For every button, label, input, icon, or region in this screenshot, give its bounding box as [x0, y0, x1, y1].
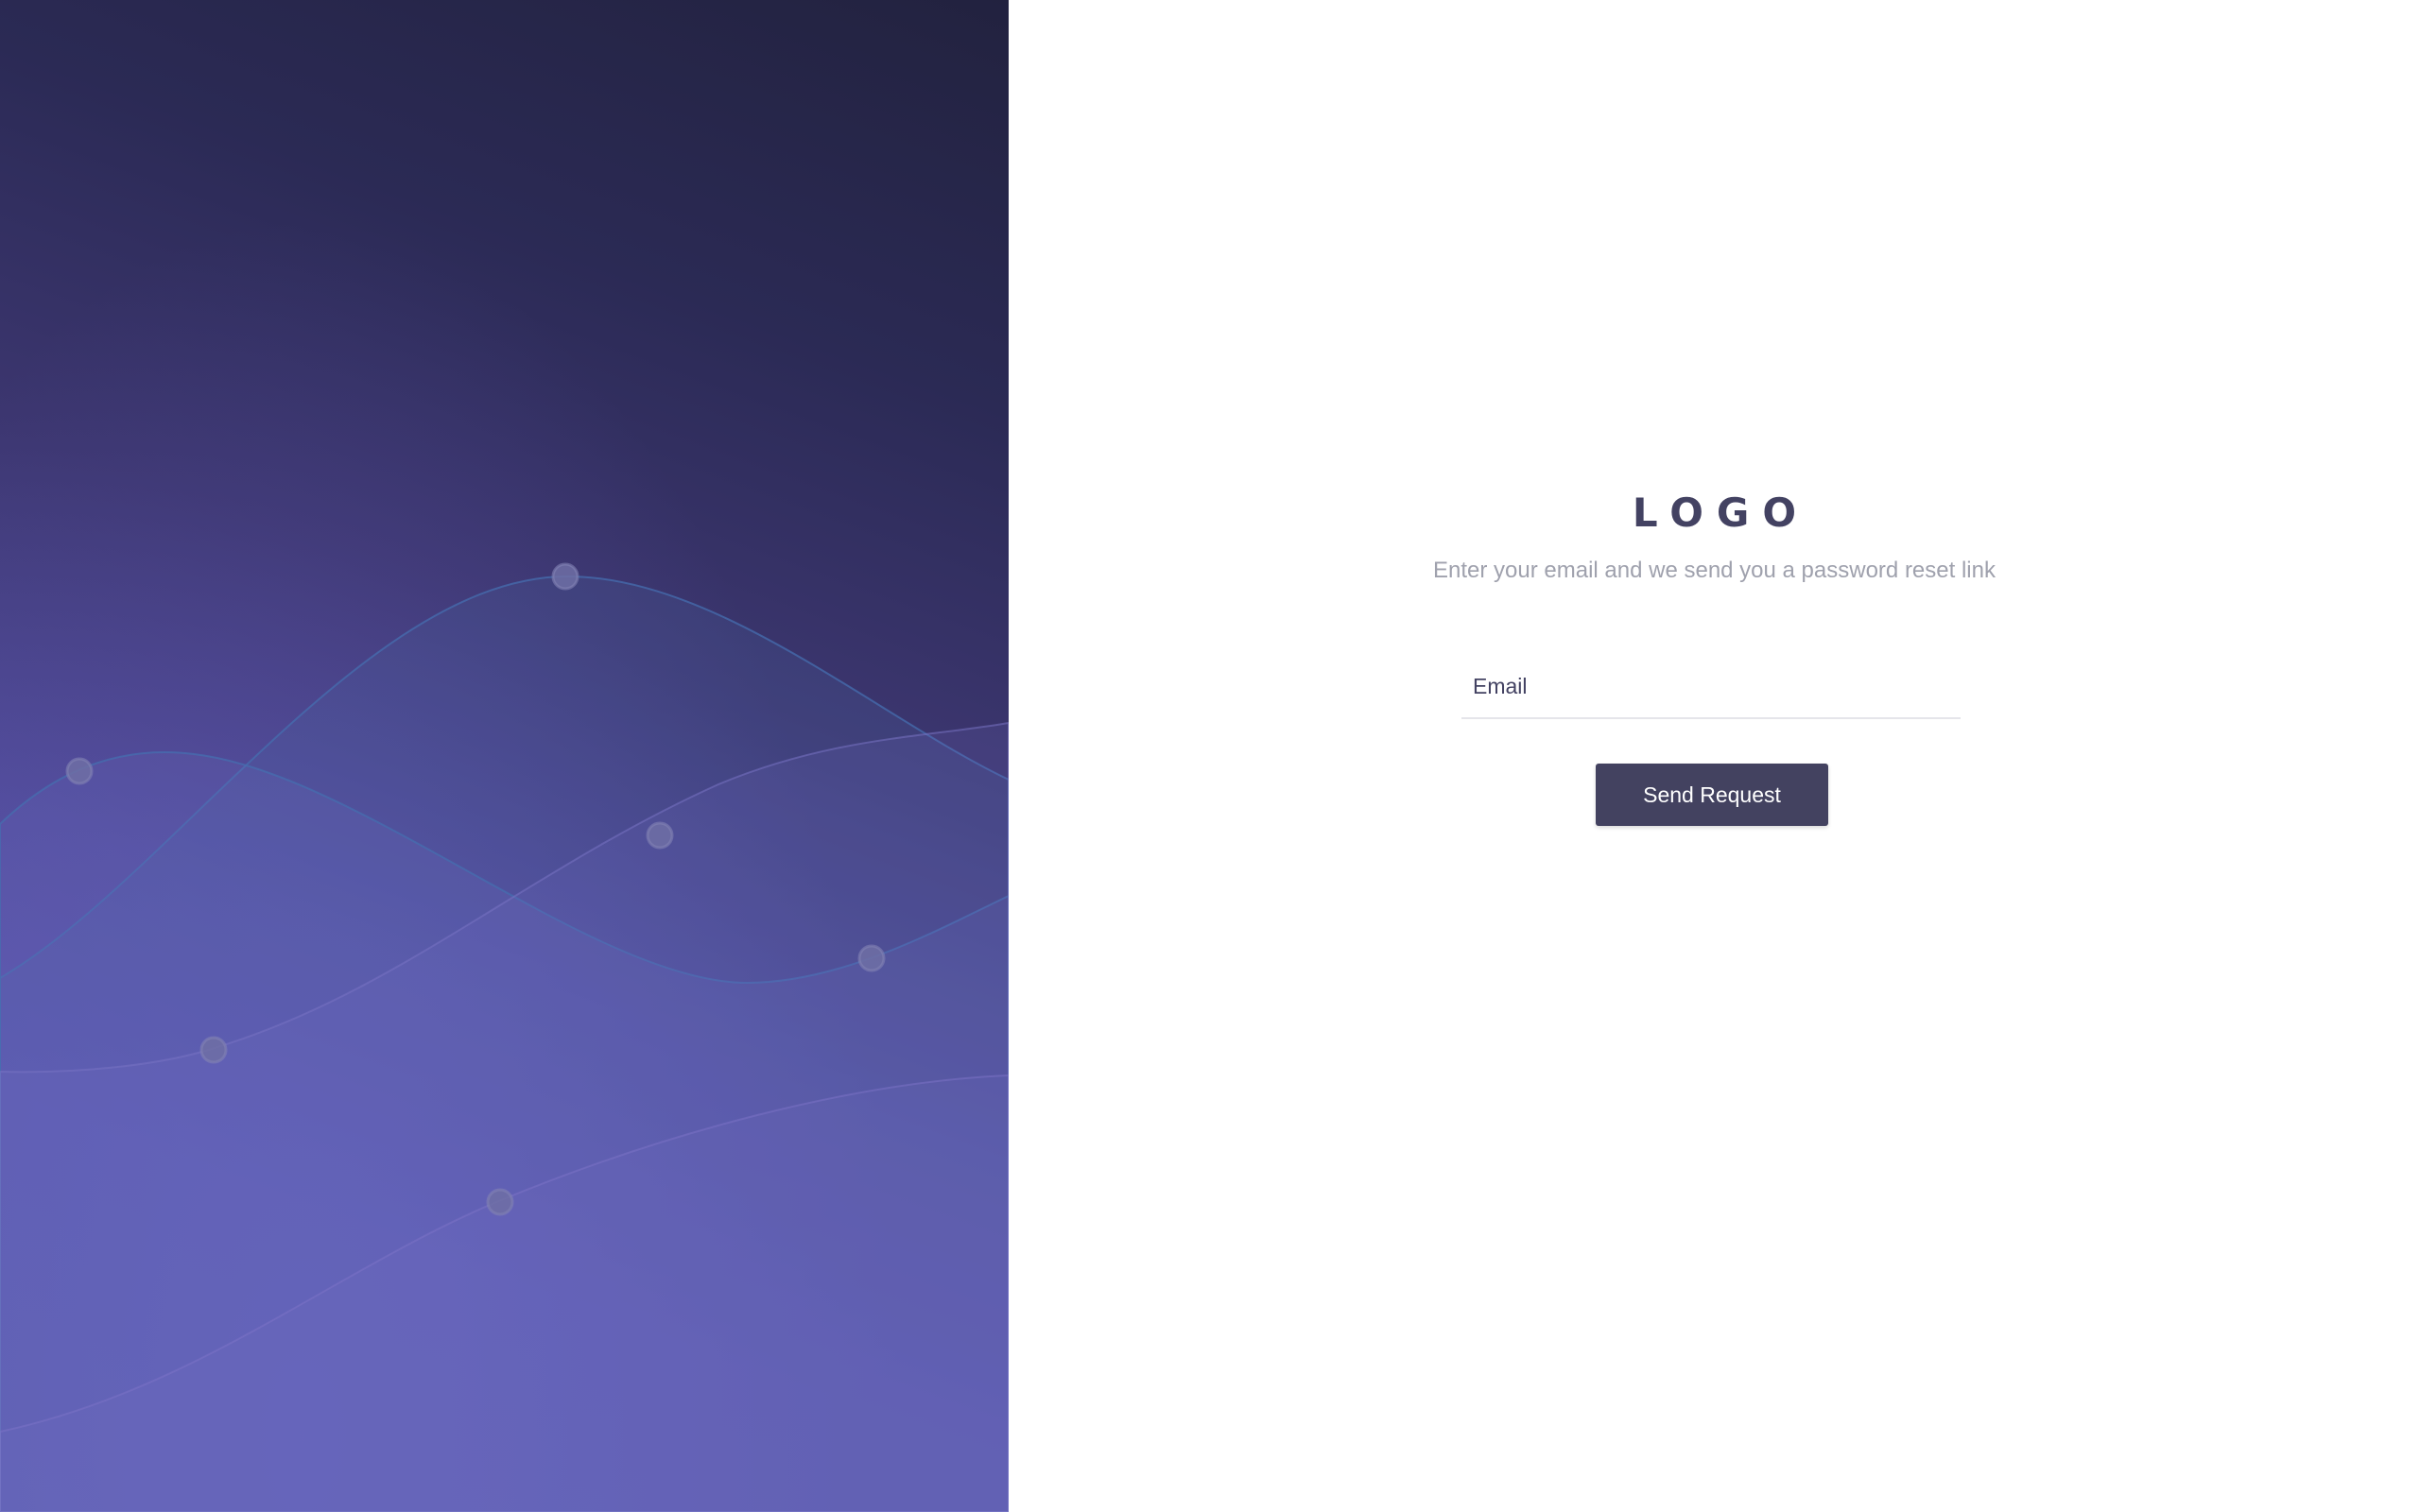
wave-dot — [199, 1036, 228, 1064]
wave-dot — [65, 757, 94, 785]
wave-dot — [551, 562, 579, 591]
hero-illustration — [0, 0, 1009, 1512]
wave-dot — [486, 1188, 514, 1216]
page: LOGO Enter your email and we send you a … — [0, 0, 2420, 1512]
form-subtitle: Enter your email and we send you a passw… — [1433, 558, 1996, 583]
send-request-button[interactable]: Send Request — [1596, 764, 1828, 826]
wave-dot — [646, 821, 674, 850]
email-field — [1461, 655, 1961, 719]
reset-password-form: LOGO Enter your email and we send you a … — [1009, 0, 2420, 1512]
wave-dot — [857, 944, 886, 972]
logo: LOGO — [1632, 490, 1810, 536]
reset-password-panel: LOGO Enter your email and we send you a … — [1009, 0, 2420, 1512]
email-input[interactable] — [1461, 655, 1961, 717]
decorative-waves — [0, 562, 1009, 1512]
